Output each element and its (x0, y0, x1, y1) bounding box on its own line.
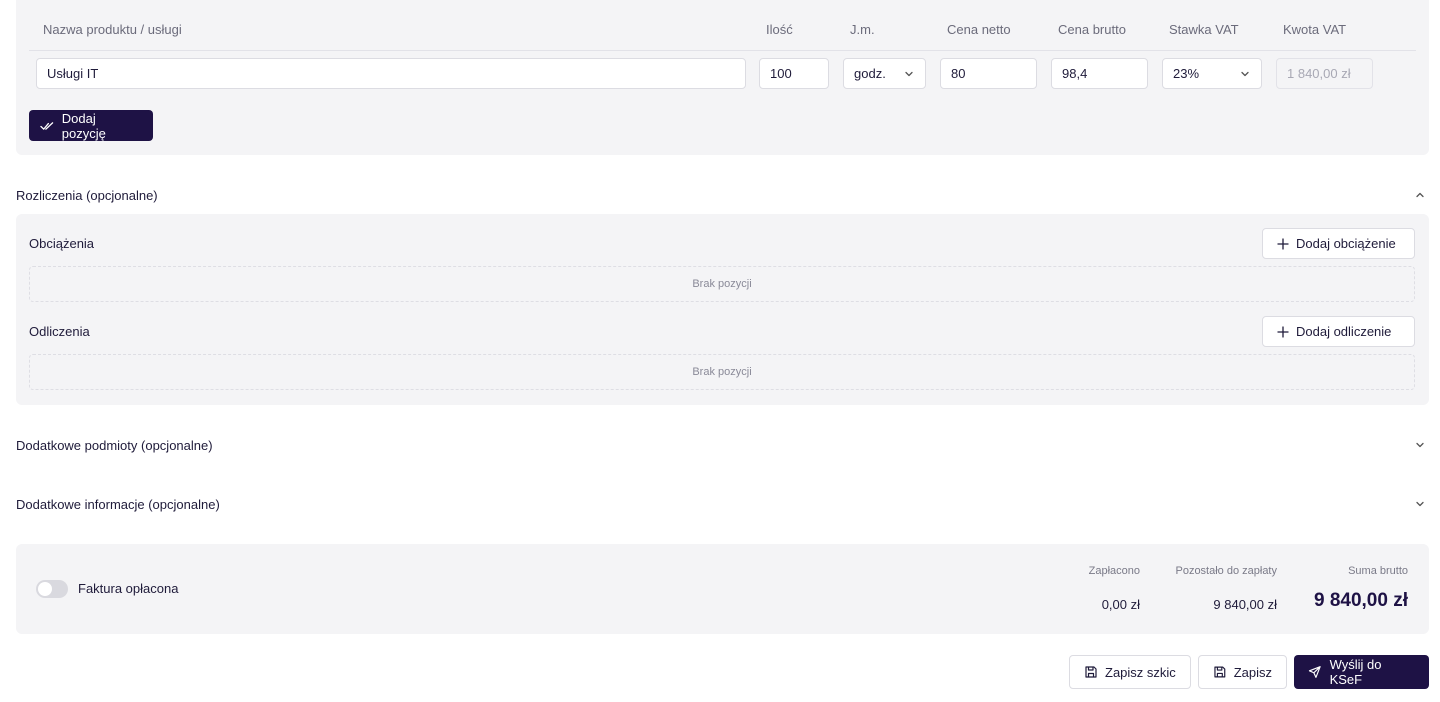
additional-entities-title[interactable]: Dodatkowe podmioty (opcjonalne) (16, 438, 213, 453)
item-qty-input[interactable]: 100 (759, 58, 829, 89)
item-unit-value: godz. (854, 66, 886, 81)
item-vat-rate-select[interactable]: 23% (1162, 58, 1262, 89)
item-gross-price-value: 98,4 (1062, 66, 1088, 81)
header-net: Cena netto (947, 22, 1011, 37)
add-deduction-button[interactable]: Dodaj odliczenie (1262, 316, 1415, 347)
send-icon (1308, 666, 1321, 678)
charges-empty-state: Brak pozycji (29, 266, 1415, 302)
settlements-section-title[interactable]: Rozliczenia (opcjonalne) (16, 188, 158, 203)
plus-icon (1277, 325, 1289, 338)
remaining-value: 9 840,00 zł (1213, 597, 1277, 612)
item-vat-amount-field: 1 840,00 zł (1276, 58, 1373, 89)
header-name: Nazwa produktu / usługi (43, 22, 182, 37)
item-unit-select[interactable]: godz. (843, 58, 926, 89)
save-draft-button[interactable]: Zapisz szkic (1069, 655, 1191, 689)
chevron-down-icon[interactable] (1414, 439, 1426, 451)
header-vat-amount: Kwota VAT (1283, 22, 1347, 37)
header-vat-rate: Stawka VAT (1169, 22, 1239, 37)
deductions-empty-text: Brak pozycji (692, 366, 752, 378)
add-item-button[interactable]: Dodaj pozycję (29, 110, 153, 141)
paid-label: Zapłacono (1088, 565, 1140, 577)
deductions-empty-state: Brak pozycji (29, 354, 1415, 390)
chevron-down-icon (905, 71, 913, 77)
add-deduction-label: Dodaj odliczenie (1296, 324, 1392, 339)
send-to-ksef-label: Wyślij do KSeF (1329, 657, 1382, 687)
items-panel: Nazwa produktu / usługi Ilość J.m. Cena … (16, 0, 1429, 155)
send-to-ksef-button[interactable]: Wyślij do KSeF (1294, 655, 1429, 689)
paid-value: 0,00 zł (1101, 597, 1140, 612)
additional-info-title[interactable]: Dodatkowe informacje (opcjonalne) (16, 497, 220, 512)
item-gross-price-input[interactable]: 98,4 (1051, 58, 1148, 89)
add-charge-label: Dodaj obciążenie (1296, 236, 1396, 251)
paid-toggle[interactable] (36, 580, 68, 598)
summary-panel: Faktura opłacona Zapłacono 0,00 zł Pozos… (16, 544, 1429, 634)
chevron-down-icon[interactable] (1414, 498, 1426, 510)
plus-icon (1277, 237, 1289, 250)
header-qty: Ilość (766, 22, 793, 37)
chevron-down-icon (1241, 71, 1249, 77)
header-gross: Cena brutto (1058, 22, 1126, 37)
settlements-panel: Obciążenia Dodaj obciążenie Brak pozycji… (16, 214, 1429, 405)
deductions-title: Odliczenia (29, 324, 90, 339)
item-net-price-value: 80 (951, 66, 966, 81)
double-check-icon (40, 121, 54, 130)
chevron-up-icon[interactable] (1414, 189, 1426, 201)
header-divider (29, 50, 1416, 51)
item-name-value: Usługi IT (47, 66, 99, 81)
gross-total-value: 9 840,00 zł (1313, 590, 1408, 611)
item-net-price-input[interactable]: 80 (940, 58, 1037, 89)
add-charge-button[interactable]: Dodaj obciążenie (1262, 228, 1415, 259)
item-name-input[interactable]: Usługi IT (36, 58, 746, 89)
floppy-disk-icon (1214, 666, 1226, 678)
charges-title: Obciążenia (29, 236, 95, 251)
floppy-disk-icon (1085, 666, 1097, 678)
remaining-label: Pozostało do zapłaty (1175, 565, 1277, 577)
gross-total-label: Suma brutto (1348, 565, 1408, 577)
item-vat-amount-value: 1 840,00 zł (1287, 66, 1351, 81)
item-vat-rate-value: 23% (1173, 66, 1200, 81)
item-qty-value: 100 (770, 66, 792, 81)
save-draft-label: Zapisz szkic (1105, 664, 1176, 680)
toggle-knob (38, 582, 52, 596)
add-item-label: Dodaj pozycję (61, 110, 106, 141)
charges-empty-text: Brak pozycji (692, 278, 752, 290)
save-button[interactable]: Zapisz (1198, 655, 1287, 689)
header-unit: J.m. (850, 22, 875, 37)
save-label: Zapisz (1233, 664, 1272, 680)
paid-toggle-label: Faktura opłacona (78, 581, 179, 596)
